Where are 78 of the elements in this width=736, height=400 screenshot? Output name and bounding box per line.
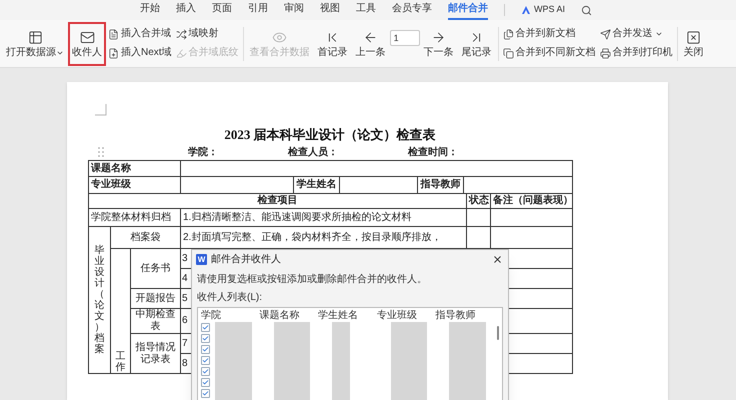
table-cell: 中期检查表 [130, 308, 180, 334]
corner-mark-icon [95, 104, 107, 116]
subsection-label: 工作 [116, 351, 126, 373]
caret-icon [654, 30, 663, 38]
table-handle-icon [98, 147, 104, 157]
menu-tab[interactable]: 引用 [248, 0, 268, 20]
section-label: 毕业设计（论文）档案 [94, 245, 106, 355]
column-header: 状态 [466, 194, 490, 208]
ribbon-button[interactable]: 打开数据源 [2, 22, 68, 66]
scrollbar-thumb[interactable] [497, 326, 499, 340]
table-cell: 指导情况记录表 [130, 334, 180, 374]
ribbon-icon [600, 48, 611, 58]
dialog-instruction: 请使用复选框或按钮添加或删除邮件合并的收件人。 [196, 272, 428, 287]
ribbon-icon [80, 30, 94, 44]
ribbon-icon [108, 28, 119, 40]
recipient-checkbox[interactable] [201, 367, 210, 376]
recipient-checkbox[interactable] [201, 389, 210, 398]
ribbon-button[interactable]: 首记录 [314, 22, 352, 66]
ribbon-button[interactable]: 收件人 [68, 22, 106, 66]
ribbon-icon [600, 28, 611, 40]
menu-tab[interactable]: 会员专享 [392, 0, 432, 20]
close-icon [492, 254, 502, 264]
column-header: 备注（问题表现） [490, 194, 573, 208]
ribbon-icon [176, 28, 187, 40]
recipient-checkbox[interactable] [201, 356, 210, 365]
table-cell: 学生姓名 [294, 177, 340, 193]
ai-logo-icon [521, 5, 531, 15]
header-field-label: 检查时间： [408, 146, 458, 160]
table-cell: 课题名称 [88, 160, 180, 176]
search-icon[interactable] [581, 4, 592, 16]
ribbon-button[interactable]: 关闭 [680, 22, 708, 66]
recipient-checkbox[interactable] [201, 378, 210, 387]
ribbon-button[interactable]: 插入Next域 [108, 48, 172, 58]
ribbon-icon [502, 28, 514, 40]
header-field-label: 检查人员： [288, 146, 338, 160]
ribbon-button[interactable]: 域映射 [176, 28, 239, 40]
ribbon-button[interactable]: 尾记录 [458, 22, 496, 66]
table-cell: 指导教师 [418, 177, 464, 193]
ribbon-button[interactable]: 合并到打印机 [600, 48, 673, 58]
column-header[interactable]: 专业班级 [376, 308, 436, 323]
recipient-checkbox[interactable] [201, 323, 210, 332]
ribbon-icon [502, 48, 514, 58]
ribbon-icon [28, 30, 42, 44]
table-cell: 专业班级 [88, 176, 180, 194]
ribbon-icon [272, 30, 288, 44]
ribbon-icon [176, 48, 187, 58]
ribbon-button[interactable]: 插入合并域 [108, 28, 172, 40]
ribbon-button[interactable]: 下一条 [420, 22, 458, 66]
menu-tab[interactable]: 视图 [320, 0, 340, 20]
menu-tab[interactable]: 工具 [356, 0, 376, 20]
column-header[interactable]: 课题名称 [260, 308, 318, 323]
column-header: 检查项目 [88, 194, 466, 208]
record-number-field[interactable]: 1 [390, 30, 420, 46]
ribbon-icon [686, 30, 702, 44]
column-header[interactable]: 学生姓名 [318, 308, 377, 323]
column-header[interactable]: 学院 [201, 308, 260, 323]
menu-tab[interactable]: 开始 [140, 0, 160, 20]
header-field-label: 学院： [188, 146, 218, 160]
ribbon-button[interactable]: 合并到不同新文档 [502, 48, 596, 58]
recipient-checkbox[interactable] [201, 334, 210, 343]
dialog-title: 邮件合并收件人 [211, 252, 281, 266]
table-cell: 任务书 [130, 248, 180, 288]
recipient-checkbox[interactable] [201, 345, 210, 354]
ai-button[interactable]: WPS AI [521, 3, 566, 17]
table-cell: 开题报告 [130, 288, 180, 308]
menu-tab[interactable]: 插入 [176, 0, 196, 20]
menu-tab[interactable]: 审阅 [284, 0, 304, 20]
ribbon-button[interactable]: 合并到新文档 [502, 28, 596, 40]
document-title: 2023 届本科毕业设计（论文）检查表 [223, 126, 437, 144]
ribbon-button[interactable]: 合并发送 [600, 28, 673, 40]
table-cell: 1.归档清晰整洁、能迅速调阅要求所抽检的论文材料 [180, 208, 466, 226]
list-label: 收件人列表(L): [196, 290, 263, 305]
table-cell: 学院整体材料归档 [88, 208, 180, 226]
ribbon-button[interactable]: 上一条 [352, 22, 390, 66]
ribbon-icon [108, 48, 119, 58]
app-badge: W [196, 254, 207, 264]
menu-tab[interactable]: 页面 [212, 0, 232, 20]
table-cell: 档案袋 [110, 226, 180, 248]
